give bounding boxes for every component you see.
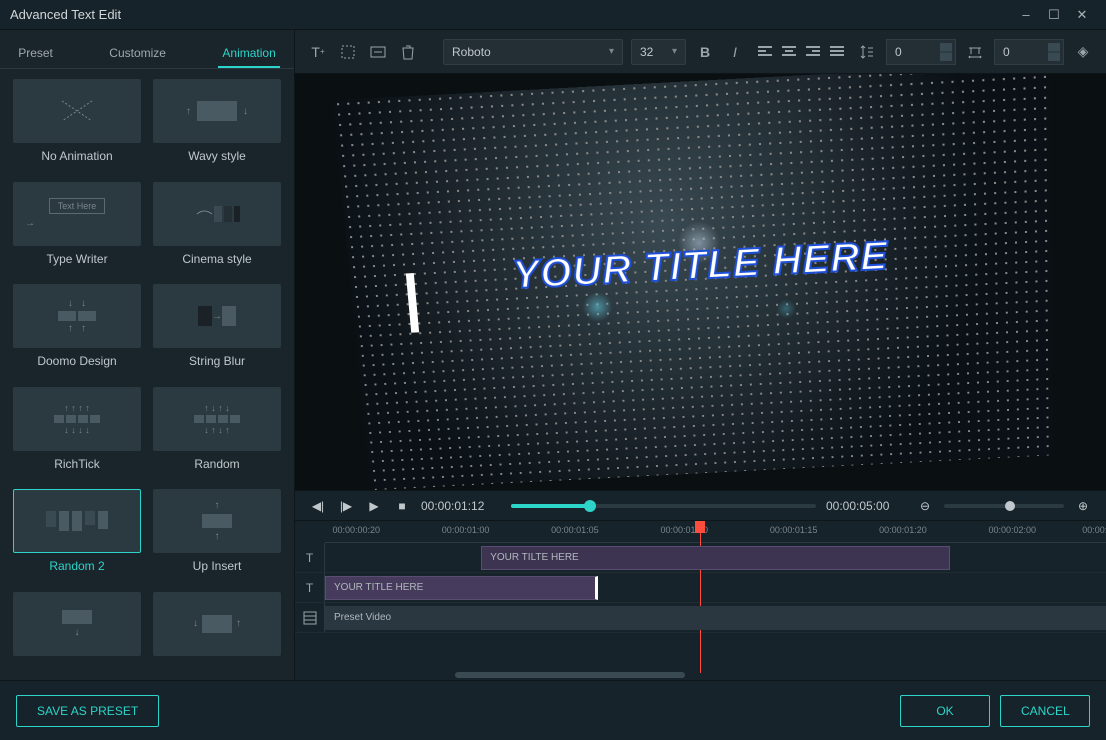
footer: SAVE AS PRESET OK CANCEL <box>0 680 1106 740</box>
preset-random-2[interactable]: Random 2 <box>12 489 142 582</box>
preset-grid[interactable]: No Animation ↑↓Wavy style Text Here→Type… <box>0 69 294 680</box>
align-left-icon[interactable] <box>754 41 776 63</box>
font-size-select[interactable]: 32 <box>631 39 686 65</box>
text-track-2[interactable]: T YOUR TITLE HERE <box>295 573 1106 603</box>
close-button[interactable]: ✕ <box>1068 7 1096 23</box>
align-center-icon[interactable] <box>778 41 800 63</box>
stop-icon[interactable]: ■ <box>393 499 411 513</box>
settings-icon[interactable]: ◈ <box>1072 41 1094 63</box>
window-title: Advanced Text Edit <box>10 7 1012 22</box>
prev-frame-icon[interactable]: ◀| <box>309 499 327 513</box>
preset-up-insert[interactable]: ↑↑Up Insert <box>152 489 282 582</box>
clip-title-2[interactable]: YOUR TITLE HERE <box>325 576 598 600</box>
preview-canvas[interactable]: YOUR TITLE HERE <box>295 74 1106 490</box>
line-height-input[interactable]: 0 <box>886 39 956 65</box>
sidebar-tabs: Preset Customize Animation <box>0 30 294 69</box>
select-all-icon[interactable] <box>337 41 359 63</box>
timeline-ruler[interactable]: 00:00:00:20 00:00:01:00 00:00:01:05 00:0… <box>325 521 1106 543</box>
align-right-icon[interactable] <box>802 41 824 63</box>
playback-bar: ◀| |▶ ▶ ■ 00:00:01:12 00:00:05:00 ⊖ ⊕ <box>295 490 1106 520</box>
timeline-scrollbar[interactable] <box>455 672 685 678</box>
preset-wavy-style[interactable]: ↑↓Wavy style <box>152 79 282 172</box>
zoom-out-icon[interactable]: ⊖ <box>916 499 934 513</box>
title-text[interactable]: YOUR TITLE HERE <box>511 234 889 298</box>
char-spacing-icon[interactable] <box>964 41 986 63</box>
clip-title-1[interactable]: YOUR TILTE HERE <box>481 546 950 570</box>
duration-time: 00:00:05:00 <box>826 499 906 513</box>
tab-animation[interactable]: Animation <box>218 40 279 68</box>
text-box-icon[interactable] <box>367 41 389 63</box>
preset-extra-1[interactable]: ↓ <box>12 592 142 671</box>
text-toolbar: T+ Roboto 32 B I 0 0 ◈ <box>295 30 1106 74</box>
line-height-icon[interactable] <box>856 41 878 63</box>
delete-icon[interactable] <box>397 41 419 63</box>
tab-customize[interactable]: Customize <box>105 40 170 68</box>
preset-extra-2[interactable]: ↓↑ <box>152 592 282 671</box>
add-text-icon[interactable]: T+ <box>307 41 329 63</box>
video-track-icon <box>295 603 325 632</box>
preset-type-writer[interactable]: Text Here→Type Writer <box>12 182 142 275</box>
char-spacing-input[interactable]: 0 <box>994 39 1064 65</box>
next-frame-icon[interactable]: |▶ <box>337 499 355 513</box>
font-select[interactable]: Roboto <box>443 39 623 65</box>
align-justify-icon[interactable] <box>826 41 848 63</box>
preset-cinema-style[interactable]: Cinema style <box>152 182 282 275</box>
preset-random[interactable]: ↑ ↓ ↑ ↓↓ ↑ ↓ ↑Random <box>152 387 282 480</box>
video-track[interactable]: Preset Video <box>295 603 1106 633</box>
maximize-button[interactable]: ☐ <box>1040 7 1068 23</box>
text-track-1[interactable]: T YOUR TILTE HERE <box>295 543 1106 573</box>
titlebar: Advanced Text Edit – ☐ ✕ <box>0 0 1106 30</box>
timeline[interactable]: 00:00:00:20 00:00:01:00 00:00:01:05 00:0… <box>295 520 1106 680</box>
play-icon[interactable]: ▶ <box>365 499 383 513</box>
sidebar: Preset Customize Animation No Animation … <box>0 30 295 680</box>
preset-string-blur[interactable]: →String Blur <box>152 284 282 377</box>
cancel-button[interactable]: CANCEL <box>1000 695 1090 727</box>
playhead[interactable] <box>695 521 705 533</box>
preset-doomo-design[interactable]: ↓ ↓↑ ↑Doomo Design <box>12 284 142 377</box>
ok-button[interactable]: OK <box>900 695 990 727</box>
italic-icon[interactable]: I <box>724 41 746 63</box>
preset-no-animation[interactable]: No Animation <box>12 79 142 172</box>
bold-icon[interactable]: B <box>694 41 716 63</box>
text-track-icon: T <box>295 543 325 572</box>
preset-richtick[interactable]: ↑ ↑ ↑ ↑↓ ↓ ↓ ↓RichTick <box>12 387 142 480</box>
zoom-in-icon[interactable]: ⊕ <box>1074 499 1092 513</box>
save-preset-button[interactable]: SAVE AS PRESET <box>16 695 159 727</box>
progress-slider[interactable] <box>511 504 816 508</box>
tab-preset[interactable]: Preset <box>14 40 57 68</box>
minimize-button[interactable]: – <box>1012 7 1040 22</box>
text-cursor <box>405 273 418 333</box>
text-track-icon: T <box>295 573 325 602</box>
zoom-slider[interactable] <box>944 504 1064 508</box>
clip-video[interactable]: Preset Video <box>325 606 1106 630</box>
current-time: 00:00:01:12 <box>421 499 501 513</box>
